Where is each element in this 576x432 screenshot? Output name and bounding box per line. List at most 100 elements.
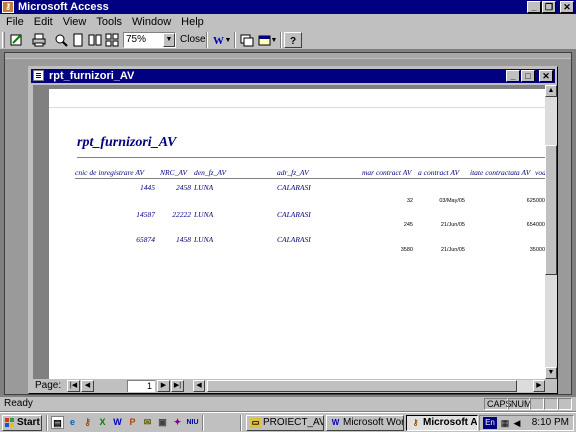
app-titlebar: ⚷ Microsoft Access _ ❐ ✕ bbox=[0, 0, 576, 14]
horizontal-scrollbar[interactable]: ◀ ▶ bbox=[193, 380, 545, 392]
menu-window[interactable]: Window bbox=[132, 16, 171, 28]
help-icon[interactable]: ? bbox=[284, 32, 302, 48]
zoom-combo[interactable]: 75% ▼ bbox=[123, 32, 176, 48]
print-preview-toolbar: 75% ▼ Close W ▼ ▼ ? bbox=[0, 30, 576, 50]
svg-text:?: ? bbox=[290, 36, 296, 46]
table-cell: 14587 bbox=[136, 210, 155, 219]
language-indicator[interactable]: En bbox=[483, 417, 497, 429]
one-page-icon[interactable] bbox=[69, 32, 87, 48]
report-document-icon bbox=[33, 70, 44, 81]
vertical-scroll-thumb[interactable] bbox=[545, 145, 557, 275]
system-tray: En ▦ ◀ 8:10 PM bbox=[479, 415, 574, 431]
column-header-nr-contract: mar contract AV bbox=[362, 168, 412, 177]
table-cell: 22222 bbox=[172, 210, 191, 219]
previous-page-icon[interactable]: ◀ bbox=[81, 380, 94, 392]
column-header-cantitate: itate contractata AV bbox=[470, 168, 531, 177]
menu-help[interactable]: Help bbox=[181, 16, 204, 28]
menu-tools[interactable]: Tools bbox=[96, 16, 122, 28]
report-page: rpt_furnizori_AV cnic de inregistrare AV… bbox=[49, 89, 545, 379]
chevron-down-icon[interactable]: ▼ bbox=[163, 33, 175, 47]
report-close-button[interactable]: ✕ bbox=[539, 70, 553, 82]
zoom-magnifier-icon[interactable] bbox=[52, 32, 70, 48]
next-page-icon[interactable]: ▶ bbox=[157, 380, 170, 392]
close-button[interactable]: ✕ bbox=[560, 1, 574, 13]
first-page-icon[interactable]: |◀ bbox=[67, 380, 80, 392]
report-preview-window: rpt_furnizori_AV _ □ ✕ rpt_furnizori_AV … bbox=[28, 66, 558, 394]
multiple-pages-icon[interactable] bbox=[103, 32, 121, 48]
num-indicator: NUM bbox=[508, 398, 532, 410]
close-preview-button[interactable]: Close bbox=[180, 32, 206, 48]
table-cell: 245 bbox=[403, 222, 413, 228]
scroll-down-icon[interactable]: ▼ bbox=[545, 367, 557, 379]
start-button[interactable]: Start bbox=[2, 415, 42, 431]
network-icon[interactable]: ▦ bbox=[500, 417, 510, 429]
toolbar-grip[interactable] bbox=[2, 32, 5, 48]
caps-indicator: CAPS bbox=[484, 398, 512, 410]
svg-text:W: W bbox=[213, 35, 224, 47]
minimize-button[interactable]: _ bbox=[527, 1, 541, 13]
status-bar: Ready CAPS NUM bbox=[0, 397, 576, 411]
app-icon[interactable]: ✦ bbox=[171, 416, 184, 429]
page-label: Page: bbox=[35, 380, 62, 391]
status-panel bbox=[530, 398, 544, 410]
office-links-dropdown-icon[interactable]: ▼ bbox=[224, 32, 232, 48]
table-cell: 21/Jun/05 bbox=[440, 222, 465, 228]
outlook-icon[interactable]: ✉ bbox=[141, 416, 154, 429]
taskbar-button-access[interactable]: ⚷ Microsoft Acc... bbox=[406, 415, 478, 431]
menu-view[interactable]: View bbox=[63, 16, 87, 28]
report-minimize-button[interactable]: _ bbox=[506, 70, 520, 82]
powerpoint-icon[interactable]: P bbox=[126, 416, 139, 429]
view-icon[interactable] bbox=[8, 32, 26, 48]
horizontal-scroll-thumb[interactable] bbox=[207, 380, 517, 392]
report-title: rpt_furnizori_AV bbox=[77, 135, 177, 150]
scroll-left-icon[interactable]: ◀ bbox=[193, 380, 205, 392]
print-icon[interactable] bbox=[30, 32, 48, 48]
table-cell: 21/Jun/05 bbox=[440, 247, 465, 253]
table-cell: CALARASI bbox=[277, 210, 311, 219]
page-number-input[interactable]: 1 bbox=[127, 380, 155, 392]
vertical-scrollbar[interactable]: ▲ ▼ bbox=[545, 85, 557, 379]
column-header-data-contract: a contract AV bbox=[418, 168, 460, 177]
table-cell: LUNA bbox=[194, 210, 214, 219]
word-icon[interactable]: W bbox=[111, 416, 124, 429]
word-icon: W bbox=[331, 418, 340, 427]
app-title: Microsoft Access bbox=[18, 1, 109, 13]
access-key-icon: ⚷ bbox=[2, 1, 14, 13]
zoom-value: 75% bbox=[126, 34, 147, 45]
report-preview-area: rpt_furnizori_AV cnic de inregistrare AV… bbox=[33, 85, 545, 379]
clock[interactable]: 8:10 PM bbox=[532, 417, 569, 429]
table-cell: LUNA bbox=[194, 183, 214, 192]
last-page-icon[interactable]: ▶| bbox=[171, 380, 184, 392]
explorer-icon[interactable]: ▣ bbox=[156, 416, 169, 429]
menu-edit[interactable]: Edit bbox=[34, 16, 53, 28]
column-header-den: den_fz_AV bbox=[194, 168, 227, 177]
start-label: Start bbox=[17, 417, 40, 428]
scroll-up-icon[interactable]: ▲ bbox=[545, 85, 557, 97]
niu-app-icon[interactable]: NIU bbox=[186, 416, 199, 429]
column-header-nrc: NRC_AV bbox=[160, 168, 188, 177]
internet-explorer-icon[interactable]: e bbox=[66, 416, 79, 429]
database-window-icon[interactable] bbox=[238, 32, 256, 48]
scroll-right-icon[interactable]: ▶ bbox=[533, 380, 545, 392]
table-cell: 2458 bbox=[176, 183, 191, 192]
taskbar-button-word[interactable]: W Microsoft Word ... bbox=[326, 415, 404, 431]
table-cell: CALARASI bbox=[277, 235, 311, 244]
status-panel bbox=[544, 398, 558, 410]
access-icon[interactable]: ⚷ bbox=[81, 416, 94, 429]
menu-file[interactable]: File bbox=[6, 16, 24, 28]
column-header-adr: adr_fz_AV bbox=[277, 168, 309, 177]
volume-icon[interactable]: ◀ bbox=[512, 417, 522, 429]
taskbar: Start ▤ e ⚷ X W P ✉ ▣ ✦ NIU ▭ PROIECT_AV… bbox=[0, 412, 576, 432]
table-cell: 03/May/05 bbox=[439, 198, 465, 204]
report-window-titlebar[interactable]: rpt_furnizori_AV _ □ ✕ bbox=[31, 69, 555, 83]
two-pages-icon[interactable] bbox=[86, 32, 104, 48]
report-maximize-button[interactable]: □ bbox=[521, 70, 535, 82]
menu-bar: File Edit View Tools Window Help bbox=[0, 14, 576, 30]
windows-logo-icon bbox=[5, 418, 15, 428]
excel-icon[interactable]: X bbox=[96, 416, 109, 429]
page-navigation-bar: Page: |◀ ◀ 1 ▶ ▶| ◀ ▶ bbox=[33, 379, 557, 393]
new-object-dropdown-icon[interactable]: ▼ bbox=[270, 32, 278, 48]
restore-button[interactable]: ❐ bbox=[542, 1, 556, 13]
word-document-icon[interactable]: ▤ bbox=[51, 416, 64, 429]
taskbar-button-proiect[interactable]: ▭ PROIECT_AV bbox=[246, 415, 324, 431]
